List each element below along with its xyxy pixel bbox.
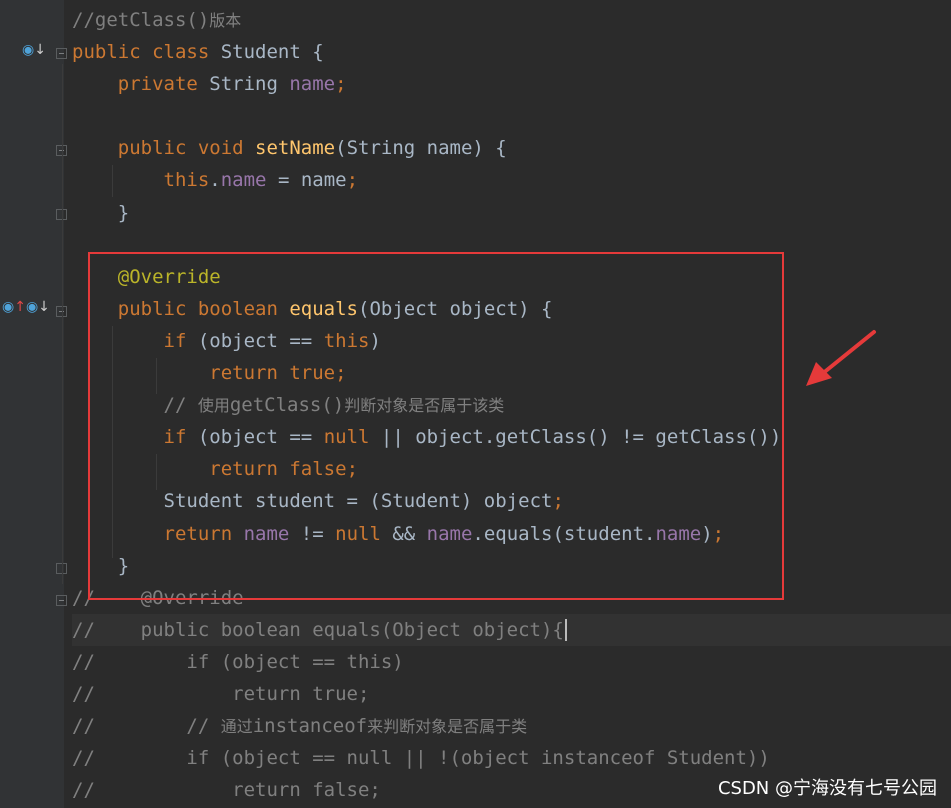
- code-line[interactable]: //getClass()版本: [72, 4, 951, 36]
- code-line[interactable]: // // 通过instanceof来判断对象是否属于类: [72, 710, 951, 742]
- code-token: ;: [335, 73, 347, 96]
- code-line[interactable]: public class Student {: [72, 36, 951, 68]
- code-token: String: [209, 73, 290, 96]
- code-token: // if (object == this): [72, 650, 404, 673]
- fold-comment-icon[interactable]: [56, 595, 67, 606]
- code-token: (String name) {: [335, 137, 507, 160]
- text-cursor: [564, 619, 567, 642]
- code-token: }: [72, 201, 130, 224]
- code-token: // public boolean equals(Object object){: [72, 618, 564, 641]
- editor-gutter: ◉↓ ◉↑◉↓: [0, 0, 67, 808]
- code-token: void: [197, 137, 256, 160]
- code-line[interactable]: // return true;: [72, 678, 951, 710]
- code-token: private: [117, 73, 210, 96]
- code-token: this: [163, 169, 210, 192]
- override-method-icon[interactable]: ◉↑◉↓: [2, 299, 50, 315]
- code-token: public: [117, 137, 198, 160]
- red-arrow-icon: [806, 330, 876, 386]
- code-line[interactable]: }: [72, 197, 951, 229]
- watermark: CSDN @宁海没有七号公园: [717, 778, 937, 799]
- code-token: 版本: [209, 11, 242, 30]
- code-line[interactable]: // if (object == null || !(object instan…: [72, 742, 951, 774]
- fold-class-icon[interactable]: [56, 48, 67, 59]
- code-token: setName: [255, 137, 336, 160]
- code-token: // return false;: [72, 779, 381, 802]
- code-line[interactable]: // public boolean equals(Object object){: [72, 613, 951, 646]
- fold-guide-line: [62, 64, 63, 584]
- code-token: Student {: [220, 41, 324, 64]
- code-token: = name: [266, 169, 347, 192]
- code-token: class: [152, 41, 221, 64]
- code-line[interactable]: // if (object == this): [72, 646, 951, 678]
- highlight-box: [88, 252, 784, 600]
- code-token: ;: [346, 169, 359, 192]
- code-token: public: [72, 41, 153, 64]
- code-token: 通过: [220, 717, 253, 737]
- code-token: name: [220, 169, 267, 192]
- code-line[interactable]: private String name;: [72, 68, 951, 100]
- code-line[interactable]: [72, 100, 951, 132]
- implemented-class-icon[interactable]: ◉↓: [22, 42, 46, 58]
- code-token: name: [289, 73, 336, 96]
- code-line[interactable]: this.name = name;: [72, 164, 951, 196]
- indent-guide: [112, 165, 113, 197]
- code-token: // if (object == null || !(object instan…: [72, 747, 770, 770]
- code-line[interactable]: public void setName(String name) {: [72, 132, 951, 164]
- code-token: // return true;: [72, 682, 370, 705]
- code-token: instanceof: [252, 715, 368, 738]
- code-token: //getClass(): [72, 9, 210, 31]
- code-token: // //: [72, 715, 221, 738]
- code-token: 来判断对象是否属于类: [367, 717, 528, 737]
- code-token: .: [209, 169, 221, 192]
